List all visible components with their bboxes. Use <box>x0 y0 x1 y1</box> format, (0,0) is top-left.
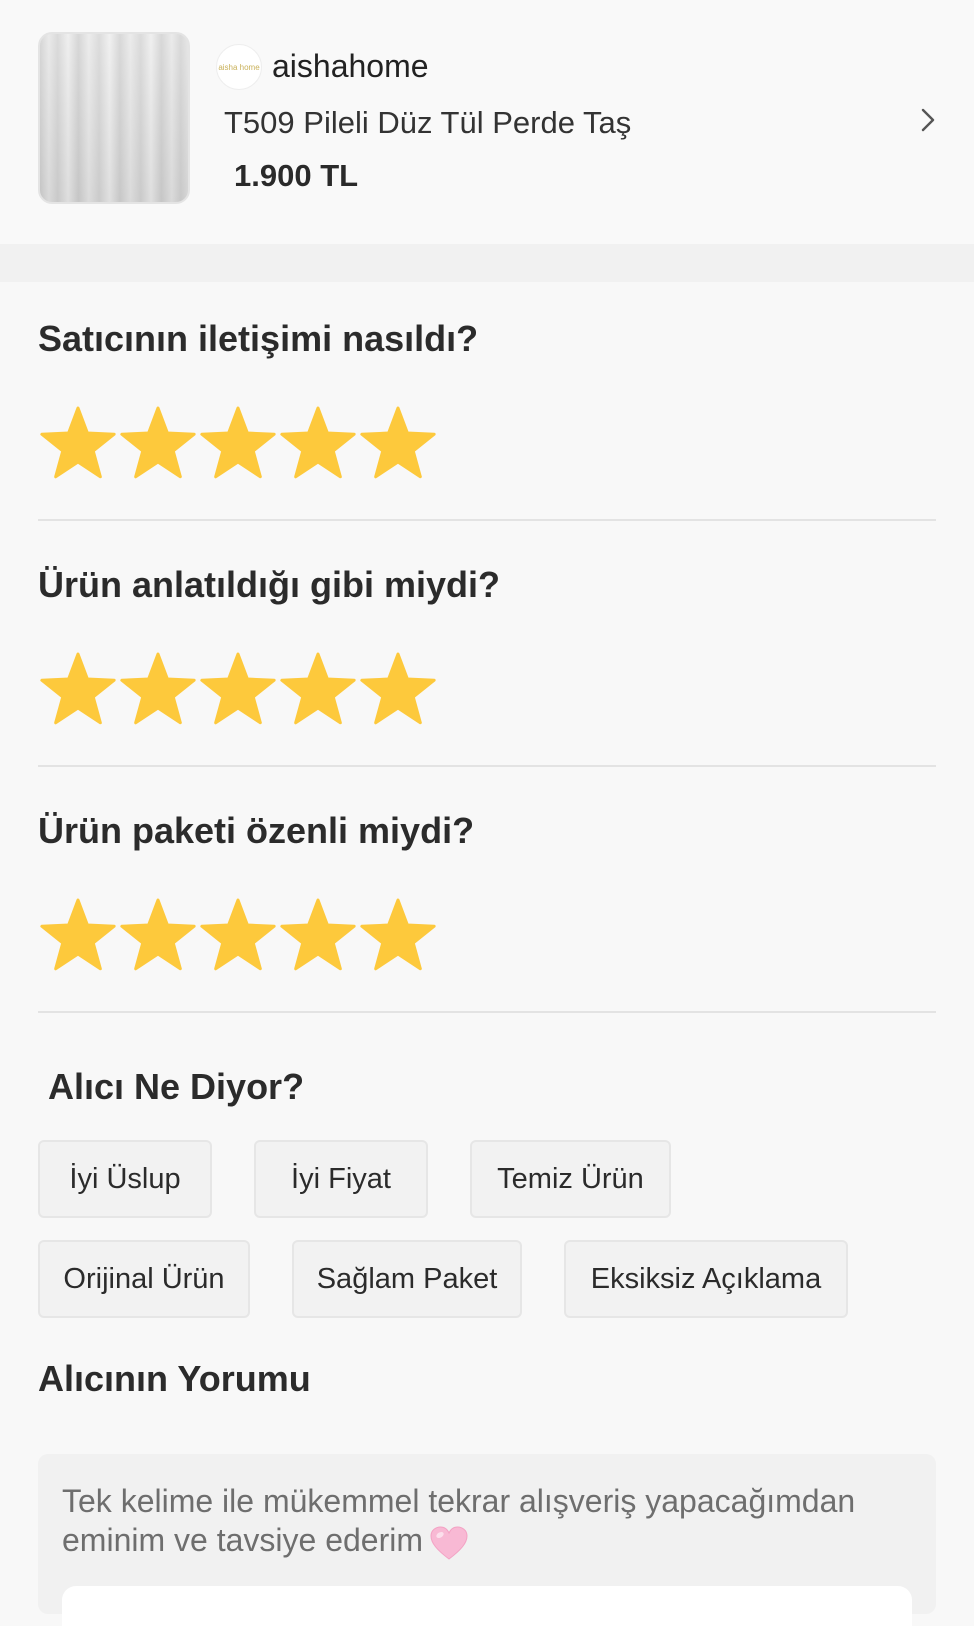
star-icon[interactable] <box>358 404 438 484</box>
star-icon[interactable] <box>38 404 118 484</box>
star-icon[interactable] <box>278 896 358 976</box>
product-summary[interactable]: aisha home aishahome T509 Pileli Düz Tül… <box>0 0 974 244</box>
star-icon[interactable] <box>358 650 438 730</box>
tag-good-price[interactable]: İyi Fiyat <box>254 1140 428 1218</box>
rating-question-packaging: Ürün paketi özenli miydi? <box>38 810 475 851</box>
tag-original-product[interactable]: Orijinal Ürün <box>38 1240 250 1318</box>
buyer-says-title: Alıcı Ne Diyor? <box>48 1066 305 1107</box>
product-title: T509 Pileli Düz Tül Perde Taş <box>224 105 632 140</box>
section-divider <box>0 244 974 282</box>
divider <box>38 765 936 767</box>
buyer-comment-text: Tek kelime ile mükemmel tekrar alışveriş… <box>62 1482 922 1561</box>
store-logo: aisha home <box>216 44 262 90</box>
store-name[interactable]: aishahome <box>272 48 429 85</box>
star-rating-communication[interactable] <box>38 404 438 484</box>
star-icon[interactable] <box>278 404 358 484</box>
comment-inner-card <box>62 1586 912 1626</box>
tag-solid-package[interactable]: Sağlam Paket <box>292 1240 522 1318</box>
product-price: 1.900 TL <box>234 158 359 193</box>
star-icon[interactable] <box>118 896 198 976</box>
star-icon[interactable] <box>118 650 198 730</box>
star-rating-as-described[interactable] <box>38 650 438 730</box>
tag-clean-product[interactable]: Temiz Ürün <box>470 1140 671 1218</box>
store-logo-text: aisha home <box>218 62 260 72</box>
tag-complete-description[interactable]: Eksiksiz Açıklama <box>564 1240 848 1318</box>
star-icon[interactable] <box>358 896 438 976</box>
chevron-right-icon[interactable] <box>914 106 942 134</box>
star-icon[interactable] <box>38 896 118 976</box>
product-thumbnail[interactable] <box>38 32 190 204</box>
tag-good-manner[interactable]: İyi Üslup <box>38 1140 212 1218</box>
rating-question-communication: Satıcının iletişimi nasıldı? <box>38 318 479 359</box>
buyer-comment-box: Tek kelime ile mükemmel tekrar alışveriş… <box>38 1454 936 1626</box>
star-icon[interactable] <box>198 896 278 976</box>
buyer-comment-title: Alıcının Yorumu <box>38 1358 311 1399</box>
divider <box>38 1011 936 1013</box>
star-icon[interactable] <box>278 650 358 730</box>
heart-icon <box>430 1526 468 1560</box>
star-icon[interactable] <box>198 650 278 730</box>
star-icon[interactable] <box>38 650 118 730</box>
rating-question-as-described: Ürün anlatıldığı gibi miydi? <box>38 564 501 605</box>
star-rating-packaging[interactable] <box>38 896 438 976</box>
star-icon[interactable] <box>198 404 278 484</box>
star-icon[interactable] <box>118 404 198 484</box>
divider <box>38 519 936 521</box>
